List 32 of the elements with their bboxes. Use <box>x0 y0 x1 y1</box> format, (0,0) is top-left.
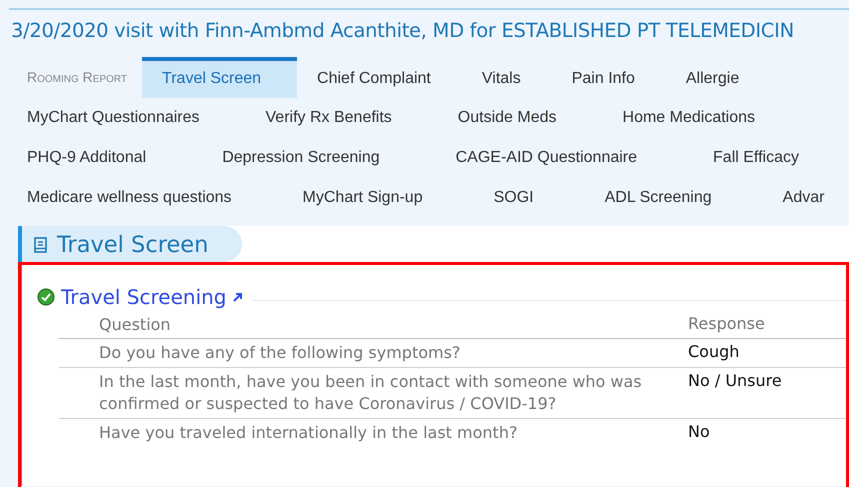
nav-tab[interactable]: CAGE-AID Questionnaire <box>456 149 638 167</box>
question-text: Do you have any of the following symptoms? <box>98 342 462 364</box>
visit-title: 3/20/2020 visit with Finn-Ambmd Acanthite, MD for ESTABLISHED PT TELEMEDICIN <box>10 18 795 42</box>
nav-tab[interactable]: MyChart Sign-up <box>302 189 423 207</box>
external-link-icon[interactable] <box>232 292 242 302</box>
document-icon <box>34 237 47 253</box>
questionnaire-link[interactable]: Travel Screening <box>61 285 226 309</box>
response-text: No <box>688 422 710 443</box>
column-header: Question <box>98 314 172 336</box>
nav-tab[interactable]: ADL Screening <box>604 189 712 207</box>
nav-tab[interactable]: Home Medications <box>622 109 756 127</box>
nav-tab[interactable]: Verify Rx Benefits <box>266 109 392 127</box>
response-text: No / Unsure <box>688 370 782 392</box>
question-text: Have you traveled internationally in the last month? <box>98 422 518 444</box>
report-label: Rooming Report <box>26 69 128 85</box>
nav-tab[interactable]: Travel Screen <box>142 56 298 98</box>
nav-tab[interactable]: Vitals <box>462 56 541 98</box>
question-text: In the last month, have you been in contact with someone who was confirmed or suspected to have Coronavirus / COVID-19? <box>98 370 643 416</box>
nav-tab[interactable]: Medicare wellness questions <box>27 189 232 207</box>
column-header: Response <box>688 314 765 335</box>
nav-tab[interactable]: Pain Info <box>552 56 655 98</box>
nav-tab[interactable]: Fall Efficacy <box>713 149 799 167</box>
response-text: Cough <box>688 342 740 364</box>
nav-tab[interactable]: SOGI <box>494 189 534 207</box>
nav-tab[interactable]: Allergie <box>666 56 740 98</box>
nav-tab[interactable]: Chief Complaint <box>297 56 451 98</box>
nav-tab[interactable]: PHQ-9 Additonal <box>27 149 146 167</box>
section-title: Travel Screen <box>57 232 208 258</box>
nav-tab[interactable]: Depression Screening <box>222 149 380 167</box>
nav-tab[interactable]: Outside Meds <box>458 109 557 127</box>
nav-tab[interactable]: Advar <box>782 189 824 207</box>
nav-tab[interactable]: MyChart Questionnaires <box>27 109 200 127</box>
